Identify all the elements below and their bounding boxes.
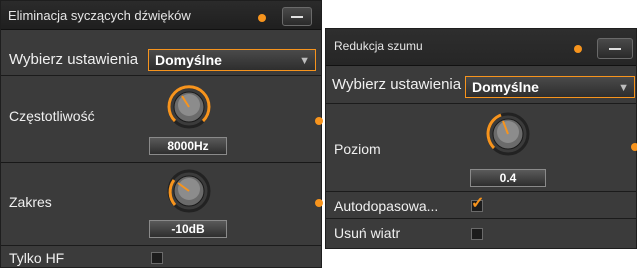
level-knob[interactable] [485, 111, 531, 157]
preset-value: Domyślne [155, 52, 222, 68]
status-dot-icon [574, 45, 582, 53]
range-row: Zakres -10dB [1, 164, 323, 246]
panel-header: Redukcja szumu [326, 29, 636, 66]
preset-dropdown[interactable]: Domyślne ▼ [465, 76, 635, 98]
minimize-button[interactable] [282, 7, 312, 26]
hf-only-checkbox[interactable] [151, 252, 163, 264]
level-label: Poziom [334, 141, 381, 157]
frequency-knob[interactable] [166, 84, 212, 130]
noise-reduction-panel: Redukcja szumu Wybierz ustawienia Domyśl… [325, 28, 637, 249]
preset-row: Wybierz ustawienia Domyślne ▼ [326, 66, 636, 104]
hf-only-label: Tylko HF [9, 250, 65, 266]
preset-dropdown[interactable]: Domyślne ▼ [148, 49, 316, 71]
level-value-field[interactable]: 0.4 [470, 169, 546, 187]
panel-title: Eliminacja syczących dźwięków [8, 8, 191, 23]
range-label: Zakres [9, 194, 52, 210]
frequency-label: Częstotliwość [9, 108, 95, 124]
dropdown-arrow-icon: ▼ [299, 55, 310, 67]
status-dot-icon [258, 14, 266, 22]
dropdown-arrow-icon: ▼ [618, 82, 629, 94]
panel-header: Eliminacja syczących dźwięków [1, 1, 321, 30]
preset-row: Wybierz ustawienia Domyślne ▼ [1, 46, 321, 76]
minimize-button[interactable] [597, 38, 633, 59]
panel-title: Redukcja szumu [334, 39, 423, 53]
remove-wind-checkbox[interactable] [471, 228, 483, 240]
preset-label: Wybierz ustawienia [9, 51, 139, 68]
preset-value: Domyślne [472, 79, 539, 95]
keyframe-dot-icon[interactable] [631, 143, 637, 151]
keyframe-dot-icon[interactable] [315, 199, 323, 207]
minimize-icon [609, 47, 621, 50]
minimize-icon [291, 15, 303, 18]
range-value-field[interactable]: -10dB [149, 220, 227, 238]
remove-wind-row: Usuń wiatr [326, 220, 636, 248]
sibilance-panel: Eliminacja syczących dźwięków Wybierz us… [0, 0, 323, 269]
preset-label: Wybierz ustawienia [332, 76, 462, 93]
level-row: Poziom 0.4 [326, 105, 637, 192]
autofit-row: Autodopasowa... ✓ [326, 193, 636, 219]
checkmark-icon: ✓ [471, 195, 485, 212]
autofit-label: Autodopasowa... [334, 198, 439, 214]
frequency-value-field[interactable]: 8000Hz [149, 137, 227, 155]
remove-wind-label: Usuń wiatr [334, 225, 401, 241]
range-knob[interactable] [166, 168, 212, 214]
keyframe-dot-icon[interactable] [315, 117, 323, 125]
frequency-row: Częstotliwość 8000Hz [1, 77, 323, 163]
hf-only-row: Tylko HF [1, 247, 321, 269]
